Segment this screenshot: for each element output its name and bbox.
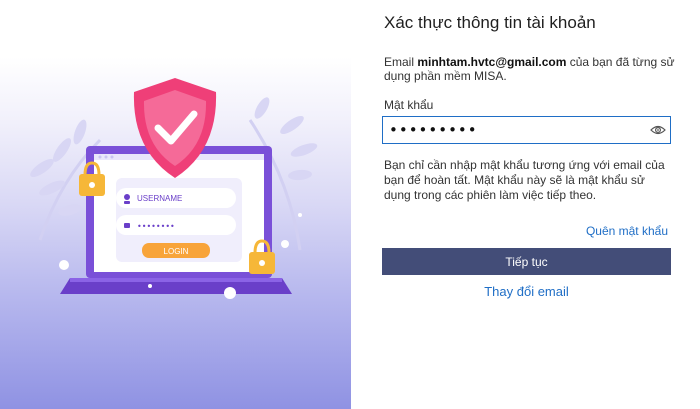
password-input[interactable] — [389, 120, 639, 140]
user-icon — [124, 194, 130, 200]
illustration-password-mask: •••••••• — [137, 222, 175, 231]
account-verification-form: Xác thực thông tin tài khoản Email minht… — [351, 0, 700, 409]
email-description: Email minhtam.hvtc@gmail.com của bạn đã … — [384, 55, 676, 83]
change-email-link[interactable]: Thay đổi email — [382, 284, 671, 299]
illustration-username-label: USERNAME — [137, 194, 182, 203]
illustration-password-field — [116, 215, 236, 235]
password-field[interactable] — [382, 116, 671, 144]
security-login-illustration: USERNAME •••••••• LOGIN — [30, 78, 318, 299]
page-title: Xác thực thông tin tài khoản — [384, 13, 596, 32]
password-label: Mật khẩu — [384, 98, 434, 112]
forgot-password-link[interactable]: Quên mật khẩu — [586, 224, 668, 238]
description-prefix: Email — [384, 55, 418, 69]
email-address: minhtam.hvtc@gmail.com — [417, 55, 567, 69]
eye-icon[interactable] — [650, 123, 666, 137]
password-note: Bạn chỉ cần nhập mật khẩu tương ứng với … — [384, 158, 665, 202]
small-lock-icon — [124, 223, 130, 228]
continue-button[interactable]: Tiếp tục — [382, 248, 671, 275]
illustration-login-label: LOGIN — [164, 247, 189, 256]
login-illustration-panel: USERNAME •••••••• LOGIN — [0, 0, 351, 409]
